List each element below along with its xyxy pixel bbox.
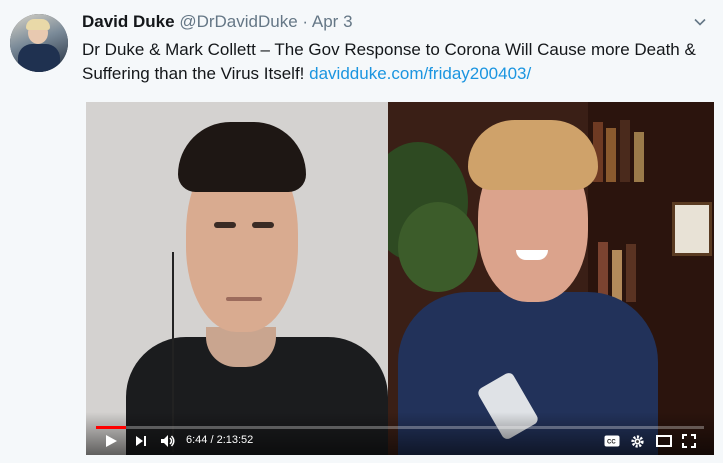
next-icon (136, 436, 146, 446)
captions-button[interactable]: CC (604, 431, 620, 451)
progress-bar[interactable] (96, 426, 704, 429)
video-player[interactable]: 6:44 / 2:13:52 CC (86, 102, 714, 455)
tweet-link[interactable]: davidduke.com/friday200403/ (309, 64, 531, 83)
left-video-feed (86, 102, 388, 455)
play-icon (106, 435, 117, 447)
tweet-text: Dr Duke & Mark Collett – The Gov Respons… (82, 38, 717, 86)
next-button[interactable] (134, 431, 148, 451)
settings-button[interactable] (630, 431, 645, 451)
volume-icon (161, 435, 175, 447)
captions-icon: CC (604, 435, 620, 447)
chevron-down-icon[interactable] (694, 16, 706, 28)
progress-fill (96, 426, 127, 429)
tweet-date[interactable]: Apr 3 (312, 12, 353, 31)
author-name[interactable]: David Duke (82, 12, 175, 31)
play-button[interactable] (104, 431, 118, 451)
volume-button[interactable] (160, 431, 176, 451)
author-avatar[interactable] (10, 14, 68, 72)
time-display: 6:44 / 2:13:52 (186, 434, 254, 446)
gear-icon (631, 434, 644, 448)
separator-dot: · (302, 12, 309, 31)
tweet-header: David Duke @DrDavidDuke · Apr 3 (82, 12, 353, 32)
theater-mode-icon (656, 435, 672, 447)
fullscreen-button[interactable] (682, 431, 696, 451)
right-video-feed (388, 102, 714, 455)
author-handle[interactable]: @DrDavidDuke (179, 12, 297, 31)
theater-mode-button[interactable] (656, 431, 672, 451)
svg-text:CC: CC (607, 440, 616, 446)
player-controls: 6:44 / 2:13:52 CC (86, 412, 714, 455)
fullscreen-icon (682, 434, 696, 448)
